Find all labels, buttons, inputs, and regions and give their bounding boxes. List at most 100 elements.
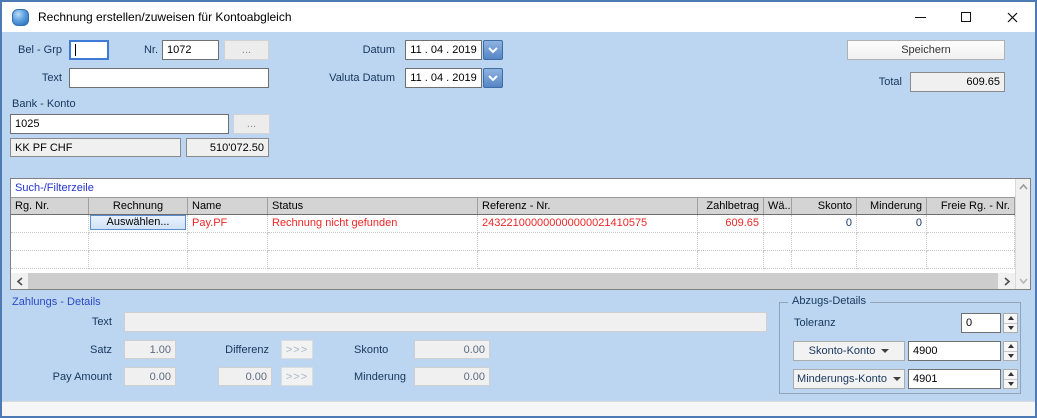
cell-freie-rg-nr[interactable] (927, 215, 1015, 233)
minderung-label: Minderung (354, 371, 406, 383)
minderungs-konto-label: Minderungs-Konto (797, 373, 887, 385)
invoice-grid: Such-/Filterzeile Rg. Nr. Rechnung Name … (10, 178, 1031, 290)
minderungs-konto-spinner[interactable] (1003, 369, 1018, 389)
chevron-down-icon (488, 75, 498, 82)
skonto-konto-label: Skonto-Konto (809, 345, 876, 357)
cell-referenz-nr[interactable]: 243221000000000000021410575 (478, 215, 698, 233)
zahlung-text-label: Text (32, 316, 112, 328)
col-rechnung[interactable]: Rechnung (89, 198, 188, 214)
minimize-button[interactable] (897, 2, 943, 32)
col-name[interactable]: Name (188, 198, 268, 214)
toleranz-label: Toleranz (794, 317, 836, 329)
title-bar: Rechnung erstellen/zuweisen für Kontoabg… (2, 2, 1035, 32)
auswaehlen-button[interactable]: Auswählen... (90, 215, 186, 230)
pay-amount-label: Pay Amount (32, 371, 112, 383)
nr-input[interactable] (162, 40, 219, 60)
differenz-input (218, 367, 272, 386)
window-title: Rechnung erstellen/zuweisen für Kontoabg… (38, 10, 292, 24)
toleranz-spinner[interactable] (1003, 313, 1018, 333)
valuta-datum-label: Valuta Datum (307, 72, 395, 84)
horizontal-scroll-thumb[interactable] (28, 273, 998, 289)
col-waehrung[interactable]: Wä.. (764, 198, 792, 214)
bank-konto-label: Bank - Konto (12, 98, 76, 110)
scroll-down-button[interactable] (1016, 273, 1030, 289)
vertical-scrollbar[interactable] (1015, 179, 1030, 289)
col-skonto[interactable]: Skonto (792, 198, 857, 214)
chevron-down-icon (488, 47, 498, 54)
maximize-button[interactable] (943, 2, 989, 32)
status-strip (2, 401, 1035, 416)
spinner-down-icon (1008, 354, 1014, 358)
grid-header: Rg. Nr. Rechnung Name Status Referenz - … (11, 197, 1015, 215)
text-label: Text (12, 72, 62, 84)
bank-konto-input[interactable] (10, 114, 229, 134)
zahlungs-details-title: Zahlungs - Details (12, 296, 101, 308)
col-rg-nr[interactable]: Rg. Nr. (11, 198, 89, 214)
toleranz-input[interactable] (961, 313, 1001, 333)
datum-label: Datum (332, 44, 395, 56)
bank-saldo (186, 138, 269, 157)
differenz-label: Differenz (197, 344, 269, 356)
cell-rechnung[interactable]: Auswählen... (89, 215, 188, 233)
differenz-transfer-button: >>> (281, 340, 313, 359)
close-button[interactable] (989, 2, 1035, 32)
table-row[interactable]: Auswählen... Pay.PF Rechnung nicht gefun… (11, 215, 1015, 233)
datum-dropdown-button[interactable] (483, 40, 503, 60)
minderung-transfer-button: >>> (281, 367, 313, 386)
dialog-body: Bel - Grp Nr. ... Datum Speichern Text V… (2, 32, 1035, 416)
spinner-up-icon (1008, 344, 1014, 348)
minderung-input (414, 367, 490, 386)
horizontal-scrollbar[interactable] (11, 273, 1015, 289)
app-icon (12, 9, 29, 26)
text-cursor (75, 44, 76, 56)
satz-label: Satz (32, 344, 112, 356)
col-minderung[interactable]: Minderung (857, 198, 927, 214)
col-referenz-nr[interactable]: Referenz - Nr. (478, 198, 698, 214)
spinner-down-icon (1008, 382, 1014, 386)
dropdown-arrow-icon (881, 349, 889, 353)
maximize-icon (961, 12, 971, 22)
total-label: Total (860, 76, 902, 88)
total-value (910, 72, 1005, 92)
cell-skonto[interactable]: 0 (792, 215, 857, 233)
bank-browse-button[interactable]: ... (233, 114, 270, 134)
cell-status[interactable]: Rechnung nicht gefunden (268, 215, 478, 233)
datum-input[interactable] (405, 40, 482, 60)
col-freie-rg-nr[interactable]: Freie Rg. - Nr. (927, 198, 1015, 214)
minderungs-konto-input[interactable] (908, 369, 1001, 389)
table-row-empty (11, 251, 1015, 269)
bank-konto-name (10, 138, 181, 157)
spinner-down-icon (1008, 326, 1014, 330)
zahlung-text-input (124, 312, 767, 332)
beleg-browse-button[interactable]: ... (224, 40, 269, 60)
text-input[interactable] (69, 68, 269, 88)
abzugs-details-group: Abzugs-Details Toleranz Skonto-Konto Min… (779, 302, 1021, 394)
minderungs-konto-dropdown[interactable]: Minderungs-Konto (793, 369, 905, 389)
spinner-up-icon (1008, 316, 1014, 320)
valuta-dropdown-button[interactable] (483, 68, 503, 88)
cell-zahlbetrag[interactable]: 609.65 (698, 215, 764, 233)
scroll-right-button[interactable] (998, 273, 1015, 289)
scroll-up-button[interactable] (1016, 179, 1030, 195)
minimize-icon (915, 17, 926, 18)
valuta-datum-input[interactable] (405, 68, 482, 88)
nr-label: Nr. (130, 44, 158, 56)
skonto-konto-spinner[interactable] (1003, 341, 1018, 361)
cell-waehrung[interactable] (764, 215, 792, 233)
filter-row[interactable]: Such-/Filterzeile (11, 179, 1015, 197)
spinner-up-icon (1008, 372, 1014, 376)
dropdown-arrow-icon (893, 377, 901, 381)
cell-name[interactable]: Pay.PF (188, 215, 268, 233)
cell-rg-nr[interactable] (11, 215, 89, 233)
chevron-up-icon (1019, 184, 1028, 190)
col-zahlbetrag[interactable]: Zahlbetrag (698, 198, 764, 214)
scroll-left-button[interactable] (11, 273, 28, 289)
dialog-window: Rechnung erstellen/zuweisen für Kontoabg… (0, 0, 1037, 418)
col-status[interactable]: Status (268, 198, 478, 214)
chevron-down-icon (1019, 278, 1028, 284)
pay-amount-input (124, 367, 176, 386)
cell-minderung[interactable]: 0 (857, 215, 927, 233)
skonto-konto-dropdown[interactable]: Skonto-Konto (793, 341, 905, 361)
speichern-button[interactable]: Speichern (847, 40, 1005, 60)
skonto-konto-input[interactable] (908, 341, 1001, 361)
